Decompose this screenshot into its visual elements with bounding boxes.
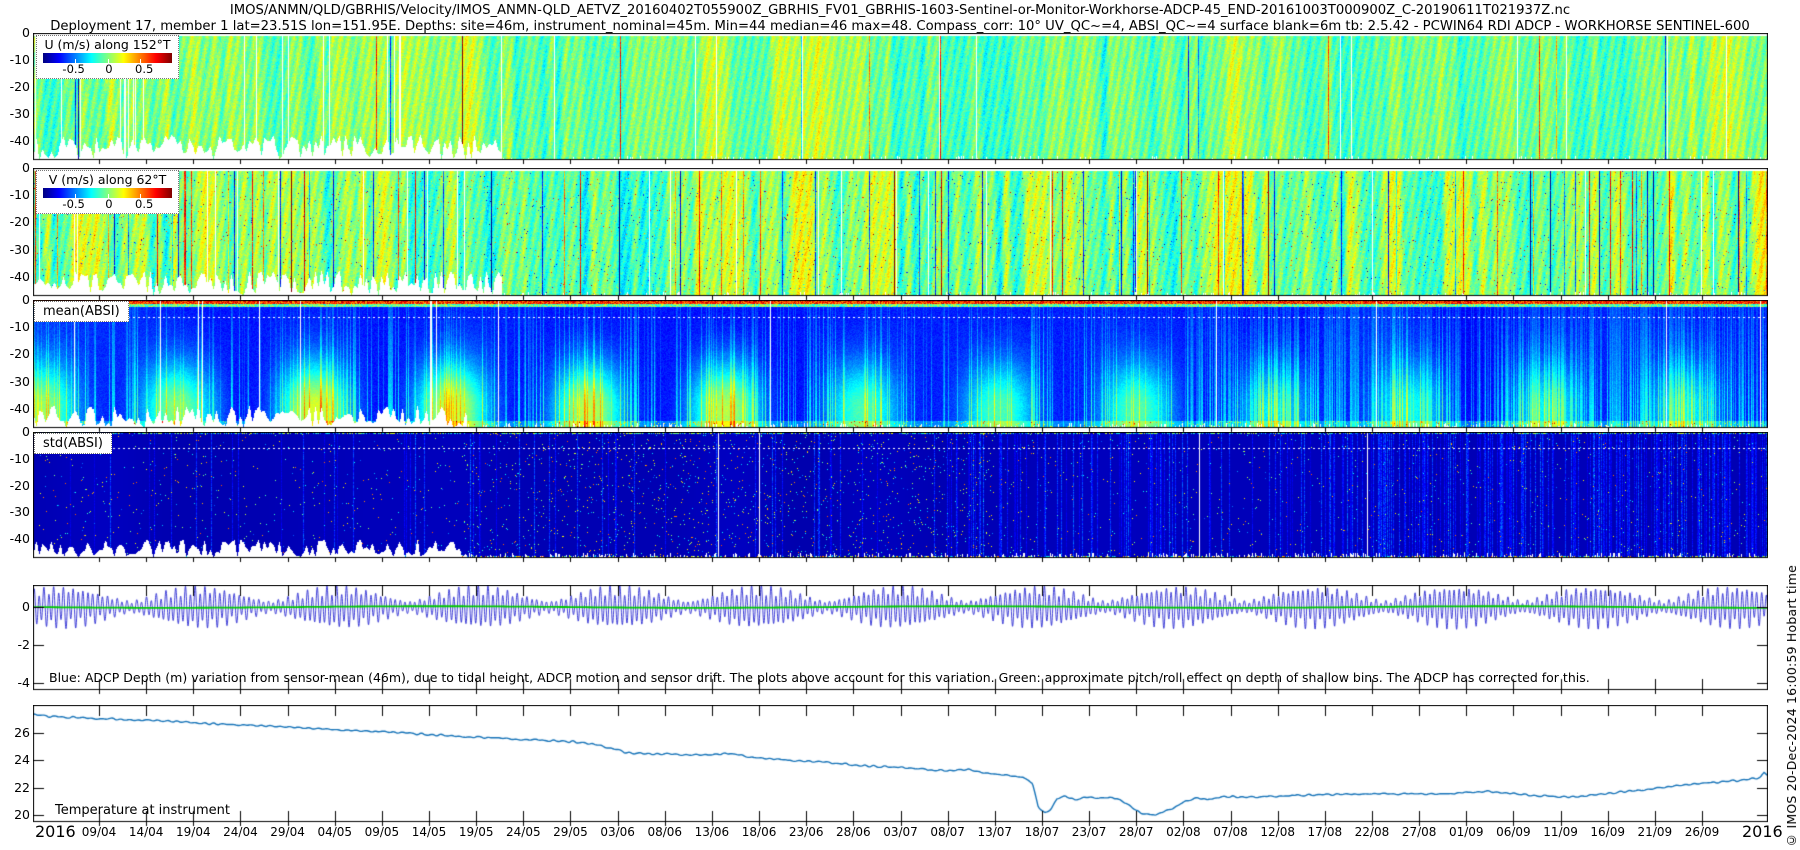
x-axis-date-label: 23/07 <box>1066 825 1112 839</box>
v-colorbar-tick: 0 <box>105 198 112 211</box>
u-velocity-heatmap <box>33 33 1768 165</box>
x-axis-date-label: 13/07 <box>972 825 1018 839</box>
std_absi-y-tick-label: -10 <box>0 452 30 466</box>
v-colorbar-legend: V (m/s) along 62°T -0.5 0 0.5 <box>36 170 179 214</box>
x-axis-date-label: 19/04 <box>170 825 216 839</box>
u-y-tick-label: -10 <box>0 53 30 67</box>
mean_absi-y-tick-label: -40 <box>0 402 30 416</box>
u-colorbar-tick: -0.5 <box>62 63 84 76</box>
x-axis-date-label: 28/06 <box>830 825 876 839</box>
v-colorbar-ticks: -0.5 0 0.5 <box>37 198 178 211</box>
std_absi-y-tick-label: -30 <box>0 505 30 519</box>
x-axis-date-label: 26/09 <box>1679 825 1725 839</box>
x-axis: 2016 2016 09/0414/0419/0424/0429/0404/05… <box>0 822 1800 846</box>
x-axis-date-label: 03/07 <box>878 825 924 839</box>
x-axis-date-label: 09/05 <box>359 825 405 839</box>
v-velocity-heatmap <box>33 168 1768 301</box>
x-axis-date-label: 24/04 <box>217 825 263 839</box>
panel-std-absi: std(ABSI) <box>33 432 1768 558</box>
x-axis-date-label: 03/06 <box>595 825 641 839</box>
x-axis-date-label: 14/04 <box>123 825 169 839</box>
x-axis-date-label: 16/09 <box>1585 825 1631 839</box>
u-y-tick-label: -20 <box>0 80 30 94</box>
v-y-tick-label: -40 <box>0 270 30 284</box>
panel-u-velocity: U (m/s) along 152°T -0.5 0 0.5 <box>33 33 1768 160</box>
temperature-y-tick-label: 26 <box>0 726 30 740</box>
u-y-tick-label: 0 <box>0 26 30 40</box>
x-axis-date-label: 21/09 <box>1632 825 1678 839</box>
x-axis-date-label: 24/05 <box>500 825 546 839</box>
temperature-label: Temperature at instrument <box>55 803 230 818</box>
figure-title-line1: IMOS/ANMN/QLD/GBRHIS/Velocity/IMOS_ANMN-… <box>0 3 1800 18</box>
v-legend-title: V (m/s) along 62°T <box>37 172 178 188</box>
depth-y-tick-label: 0 <box>0 600 30 614</box>
std-absi-label-box: std(ABSI) <box>34 433 112 454</box>
std_absi-y-tick-label: 0 <box>0 425 30 439</box>
std-absi-heatmap <box>33 432 1768 563</box>
depth-y-tick-label: -2 <box>0 638 30 652</box>
x-axis-date-label: 08/06 <box>642 825 688 839</box>
panel-mean-absi: mean(ABSI) <box>33 300 1768 428</box>
x-axis-date-label: 13/06 <box>689 825 735 839</box>
u-legend-title: U (m/s) along 152°T <box>37 37 178 53</box>
x-axis-date-label: 07/08 <box>1208 825 1254 839</box>
x-axis-date-label: 17/08 <box>1302 825 1348 839</box>
v-colorbar-tick: -0.5 <box>62 198 84 211</box>
std_absi-y-tick-label: -40 <box>0 532 30 546</box>
x-axis-date-label: 06/09 <box>1490 825 1536 839</box>
v-y-tick-label: -30 <box>0 243 30 257</box>
u-colorbar-tick: 0.5 <box>135 63 153 76</box>
depth-annotation: Blue: ADCP Depth (m) variation from sens… <box>49 670 1590 685</box>
u-colorbar-tick: 0 <box>105 63 112 76</box>
panel-temperature: Temperature at instrument <box>33 705 1768 822</box>
x-axis-year-end: 2016 <box>1742 822 1783 841</box>
v-y-tick-label: -20 <box>0 215 30 229</box>
x-axis-date-label: 22/08 <box>1349 825 1395 839</box>
x-axis-date-label: 28/07 <box>1113 825 1159 839</box>
x-axis-date-label: 27/08 <box>1396 825 1442 839</box>
u-colorbar-ticks: -0.5 0 0.5 <box>37 63 178 76</box>
mean-absi-label-box: mean(ABSI) <box>34 301 129 322</box>
x-axis-date-label: 29/05 <box>547 825 593 839</box>
x-axis-date-label: 18/07 <box>1019 825 1065 839</box>
panel-v-velocity: V (m/s) along 62°T -0.5 0 0.5 <box>33 168 1768 296</box>
imos-watermark: © IMOS 20-Dec-2024 16:00:59 Hobart time <box>1784 565 1799 848</box>
v-colorbar-tick: 0.5 <box>135 198 153 211</box>
v-y-tick-label: 0 <box>0 161 30 175</box>
x-axis-date-label: 14/05 <box>406 825 452 839</box>
mean_absi-y-tick-label: -30 <box>0 375 30 389</box>
x-axis-date-label: 01/09 <box>1443 825 1489 839</box>
x-axis-date-label: 18/06 <box>736 825 782 839</box>
x-axis-date-label: 12/08 <box>1255 825 1301 839</box>
std_absi-y-tick-label: -20 <box>0 479 30 493</box>
x-axis-date-label: 19/05 <box>453 825 499 839</box>
x-axis-date-label: 04/05 <box>312 825 358 839</box>
u-y-tick-label: -40 <box>0 134 30 148</box>
temperature-y-tick-label: 22 <box>0 781 30 795</box>
x-axis-date-label: 08/07 <box>925 825 971 839</box>
u-colorbar-legend: U (m/s) along 152°T -0.5 0 0.5 <box>36 35 179 79</box>
x-axis-date-label: 09/04 <box>76 825 122 839</box>
mean_absi-y-tick-label: -20 <box>0 347 30 361</box>
v-y-tick-label: -10 <box>0 188 30 202</box>
mean-absi-heatmap <box>33 300 1768 433</box>
x-axis-date-label: 11/09 <box>1538 825 1584 839</box>
mean_absi-y-tick-label: 0 <box>0 293 30 307</box>
x-axis-date-label: 02/08 <box>1160 825 1206 839</box>
temperature-y-tick-label: 24 <box>0 753 30 767</box>
panel-depth-variation: Blue: ADCP Depth (m) variation from sens… <box>33 585 1768 690</box>
x-axis-date-label: 23/06 <box>783 825 829 839</box>
mean_absi-y-tick-label: -10 <box>0 320 30 334</box>
depth-y-tick-label: -4 <box>0 676 30 690</box>
temperature-y-tick-label: 20 <box>0 808 30 822</box>
x-axis-year-start: 2016 <box>35 822 76 841</box>
figure-title-line2: Deployment 17, member 1 lat=23.51S lon=1… <box>0 19 1800 34</box>
imos-adcp-summary-figure: IMOS/ANMN/QLD/GBRHIS/Velocity/IMOS_ANMN-… <box>0 0 1800 850</box>
x-axis-date-label: 29/04 <box>265 825 311 839</box>
u-y-tick-label: -30 <box>0 107 30 121</box>
temperature-plot <box>33 705 1768 827</box>
